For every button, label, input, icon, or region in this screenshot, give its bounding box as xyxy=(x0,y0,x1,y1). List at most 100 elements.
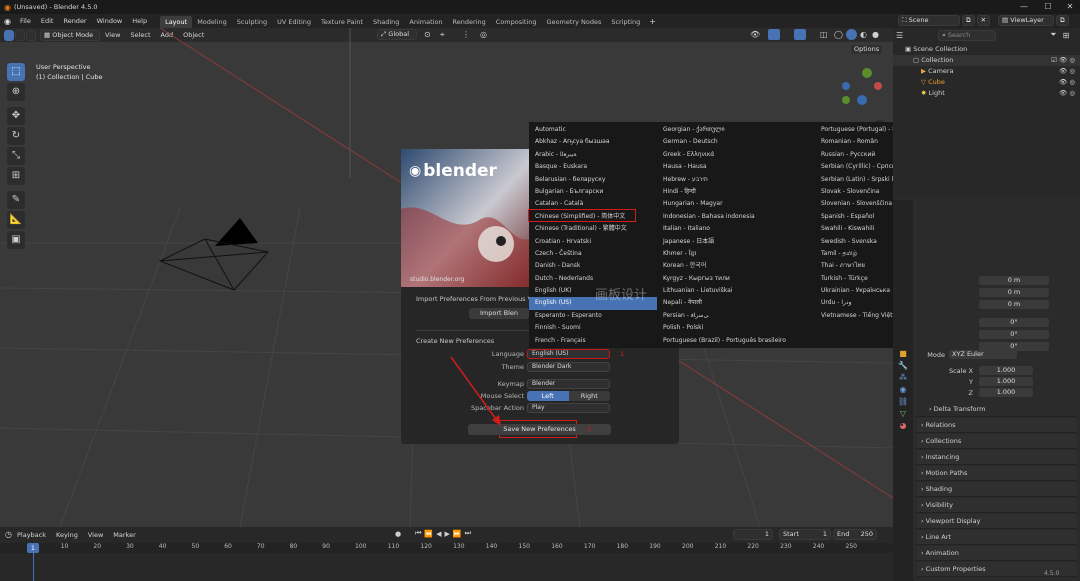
particles-tab-icon[interactable]: ⁂ xyxy=(893,372,913,384)
move-tool-icon[interactable]: ✥ xyxy=(7,107,25,125)
tab-compositing[interactable]: Compositing xyxy=(491,16,542,28)
filter-icon[interactable]: ⏷ xyxy=(1050,30,1056,40)
language-option[interactable]: Belarusian - беларуску xyxy=(529,174,657,186)
data-tab-icon[interactable]: ▽ xyxy=(893,408,913,420)
language-option[interactable]: Basque - Euskara xyxy=(529,161,657,173)
language-option[interactable]: Korean - 한국어 xyxy=(657,260,815,272)
language-option[interactable]: Hindi - हिन्दी xyxy=(657,186,815,198)
spacebar-dropdown[interactable]: Play xyxy=(527,403,610,413)
theme-dropdown[interactable]: Blender Dark xyxy=(527,362,610,372)
blender-menu-icon[interactable]: ◉ xyxy=(0,17,15,26)
row-visibility-icons[interactable]: ☑ 👁 ◎ xyxy=(1051,55,1080,66)
language-option[interactable]: Nepali - नेपाली xyxy=(657,297,815,309)
scale-y-field[interactable]: 1.000 xyxy=(979,377,1033,386)
scene-field[interactable]: ⛶ Scene xyxy=(898,15,960,26)
row-visibility-icons[interactable]: 👁 ◎ xyxy=(1059,77,1080,88)
language-option[interactable]: Automatic xyxy=(529,124,657,136)
modifier-tab-icon[interactable]: 🔧 xyxy=(893,360,913,372)
rotate-tool-icon[interactable]: ↻ xyxy=(7,127,25,145)
language-option[interactable]: Hausa - Hausa xyxy=(657,161,815,173)
new-collection-icon[interactable]: ⊞ xyxy=(1063,31,1070,40)
gizmo-x-icon[interactable] xyxy=(874,82,882,90)
section-header[interactable]: › Relations xyxy=(917,418,1077,433)
tab-layout[interactable]: Layout xyxy=(160,15,193,28)
autokey-icon[interactable]: ● xyxy=(395,530,401,538)
menu-window[interactable]: Window xyxy=(92,14,128,28)
scale-z-field[interactable]: 1.000 xyxy=(979,388,1033,397)
keymap-dropdown[interactable]: Blender xyxy=(527,379,610,389)
section-header[interactable]: › Shading xyxy=(917,482,1077,497)
language-option[interactable]: Lithuanian - Lietuviškai xyxy=(657,285,815,297)
constraints-tab-icon[interactable]: ⛓ xyxy=(893,396,913,408)
gizmo-y-neg-icon[interactable] xyxy=(842,96,850,104)
section-header[interactable]: › Visibility xyxy=(917,498,1077,513)
language-option[interactable]: German - Deutsch xyxy=(657,136,815,148)
mouse-select-right[interactable]: Right xyxy=(568,391,610,401)
outliner-search[interactable]: ⌕ Search xyxy=(938,29,997,41)
prev-key-icon[interactable]: ⏪ xyxy=(424,530,433,538)
language-option[interactable]: Polish - Polski xyxy=(657,322,815,334)
section-header[interactable]: › Instancing xyxy=(917,450,1077,465)
jump-end-icon[interactable]: ⏭ xyxy=(465,529,471,538)
play-icon[interactable]: ▶ xyxy=(445,530,450,538)
navigation-gizmo[interactable] xyxy=(842,68,882,105)
scene-copy-icon[interactable]: ⧉ xyxy=(962,15,975,26)
tab-modeling[interactable]: Modeling xyxy=(192,16,232,28)
splash-url[interactable]: studio.blender.org xyxy=(410,276,464,283)
language-option[interactable]: Georgian - ქართული xyxy=(657,124,815,136)
language-option[interactable]: Japanese - 日本語 xyxy=(657,236,815,248)
physics-tab-icon[interactable]: ◉ xyxy=(893,384,913,396)
frame-ruler[interactable]: 1102030405060708090100110120130140150160… xyxy=(0,543,893,553)
menu-file[interactable]: File xyxy=(15,14,36,28)
language-option[interactable]: Kyrgyz - Кыргыз тили xyxy=(657,273,815,285)
language-option[interactable]: Khmer - ខ្មែរ xyxy=(657,248,815,260)
transform-tool-icon[interactable]: ⊞ xyxy=(7,167,25,185)
language-option[interactable]: Hungarian - Magyar xyxy=(657,198,815,210)
properties-tab-icons[interactable]: ■ 🔧 ⁂ ◉ ⛓ ▽ ◕ xyxy=(893,348,913,432)
mouse-select-left[interactable]: Left xyxy=(527,391,569,401)
section-header[interactable]: › Collections xyxy=(917,434,1077,449)
section-header[interactable]: › Motion Paths xyxy=(917,466,1077,481)
language-option[interactable]: Chinese (Traditional) - 繁體中文 xyxy=(529,223,657,235)
location-z-field[interactable]: 0 m xyxy=(979,300,1049,309)
view-layer-copy-icon[interactable]: ⧉ xyxy=(1056,15,1069,26)
view-layer-field[interactable]: ▤ ViewLayer xyxy=(998,15,1054,26)
camera-object[interactable] xyxy=(158,218,269,291)
play-reverse-icon[interactable]: ◀ xyxy=(436,530,441,538)
section-header[interactable]: › Animation xyxy=(917,546,1077,561)
language-option[interactable]: Bulgarian - Български xyxy=(529,186,657,198)
timeline-menu-marker[interactable]: Marker xyxy=(108,528,140,542)
menu-render[interactable]: Render xyxy=(58,14,91,28)
location-y-field[interactable]: 0 m xyxy=(979,288,1049,297)
location-x-field[interactable]: 0 m xyxy=(979,276,1049,285)
end-frame-field[interactable]: End 250 xyxy=(833,529,877,540)
language-option[interactable]: Indonesian - Bahasa indonesia xyxy=(657,211,815,223)
language-option[interactable]: French - Français xyxy=(529,335,657,347)
language-option[interactable]: Italian - Italiano xyxy=(657,223,815,235)
import-button[interactable]: Import Blen xyxy=(469,308,529,319)
close-icon[interactable]: ✕ xyxy=(1058,0,1080,14)
language-option[interactable]: Abkhaz - Аҧсуа бызшәа xyxy=(529,136,657,148)
gizmo-z-neg-icon[interactable] xyxy=(842,82,850,90)
timeline-menu-playback[interactable]: Playback xyxy=(12,528,51,542)
annotate-tool-icon[interactable]: ✎ xyxy=(7,191,25,209)
language-option[interactable]: Czech - Čeština xyxy=(529,248,657,260)
section-header[interactable]: › Delta Transform xyxy=(917,402,1077,417)
language-option[interactable]: Persian - ﯽﺳﺭﺎﻓ xyxy=(657,310,815,322)
outliner-row-cube[interactable]: ▽ Cube 👁 ◎ xyxy=(893,77,1080,88)
outliner-row-camera[interactable]: ▶ Camera 👁 ◎ xyxy=(893,66,1080,77)
add-workspace-icon[interactable]: + xyxy=(645,17,660,26)
language-dropdown[interactable]: English (US) xyxy=(527,349,610,359)
gizmo-z-icon[interactable] xyxy=(857,95,867,105)
rotation-y-field[interactable]: 0° xyxy=(979,330,1049,339)
select-tool-icon[interactable]: ⬚ xyxy=(7,63,25,81)
language-option[interactable]: Croatian - Hrvatski xyxy=(529,236,657,248)
tab-shading[interactable]: Shading xyxy=(368,16,404,28)
view-layer-selector[interactable]: ▤ ViewLayer ⧉ xyxy=(998,15,1069,26)
timeline-editor-icon[interactable]: ◷ xyxy=(5,530,12,539)
outliner-row-collection[interactable]: ▢ Collection ☑ 👁 ◎ xyxy=(893,55,1080,66)
timeline-menu-view[interactable]: View xyxy=(83,528,108,542)
tab-rendering[interactable]: Rendering xyxy=(448,16,491,28)
language-option[interactable]: Arabic - ﺔﻴﺑﺮﻌﻟﺍ xyxy=(529,149,657,161)
measure-tool-icon[interactable]: 📐 xyxy=(7,211,25,229)
